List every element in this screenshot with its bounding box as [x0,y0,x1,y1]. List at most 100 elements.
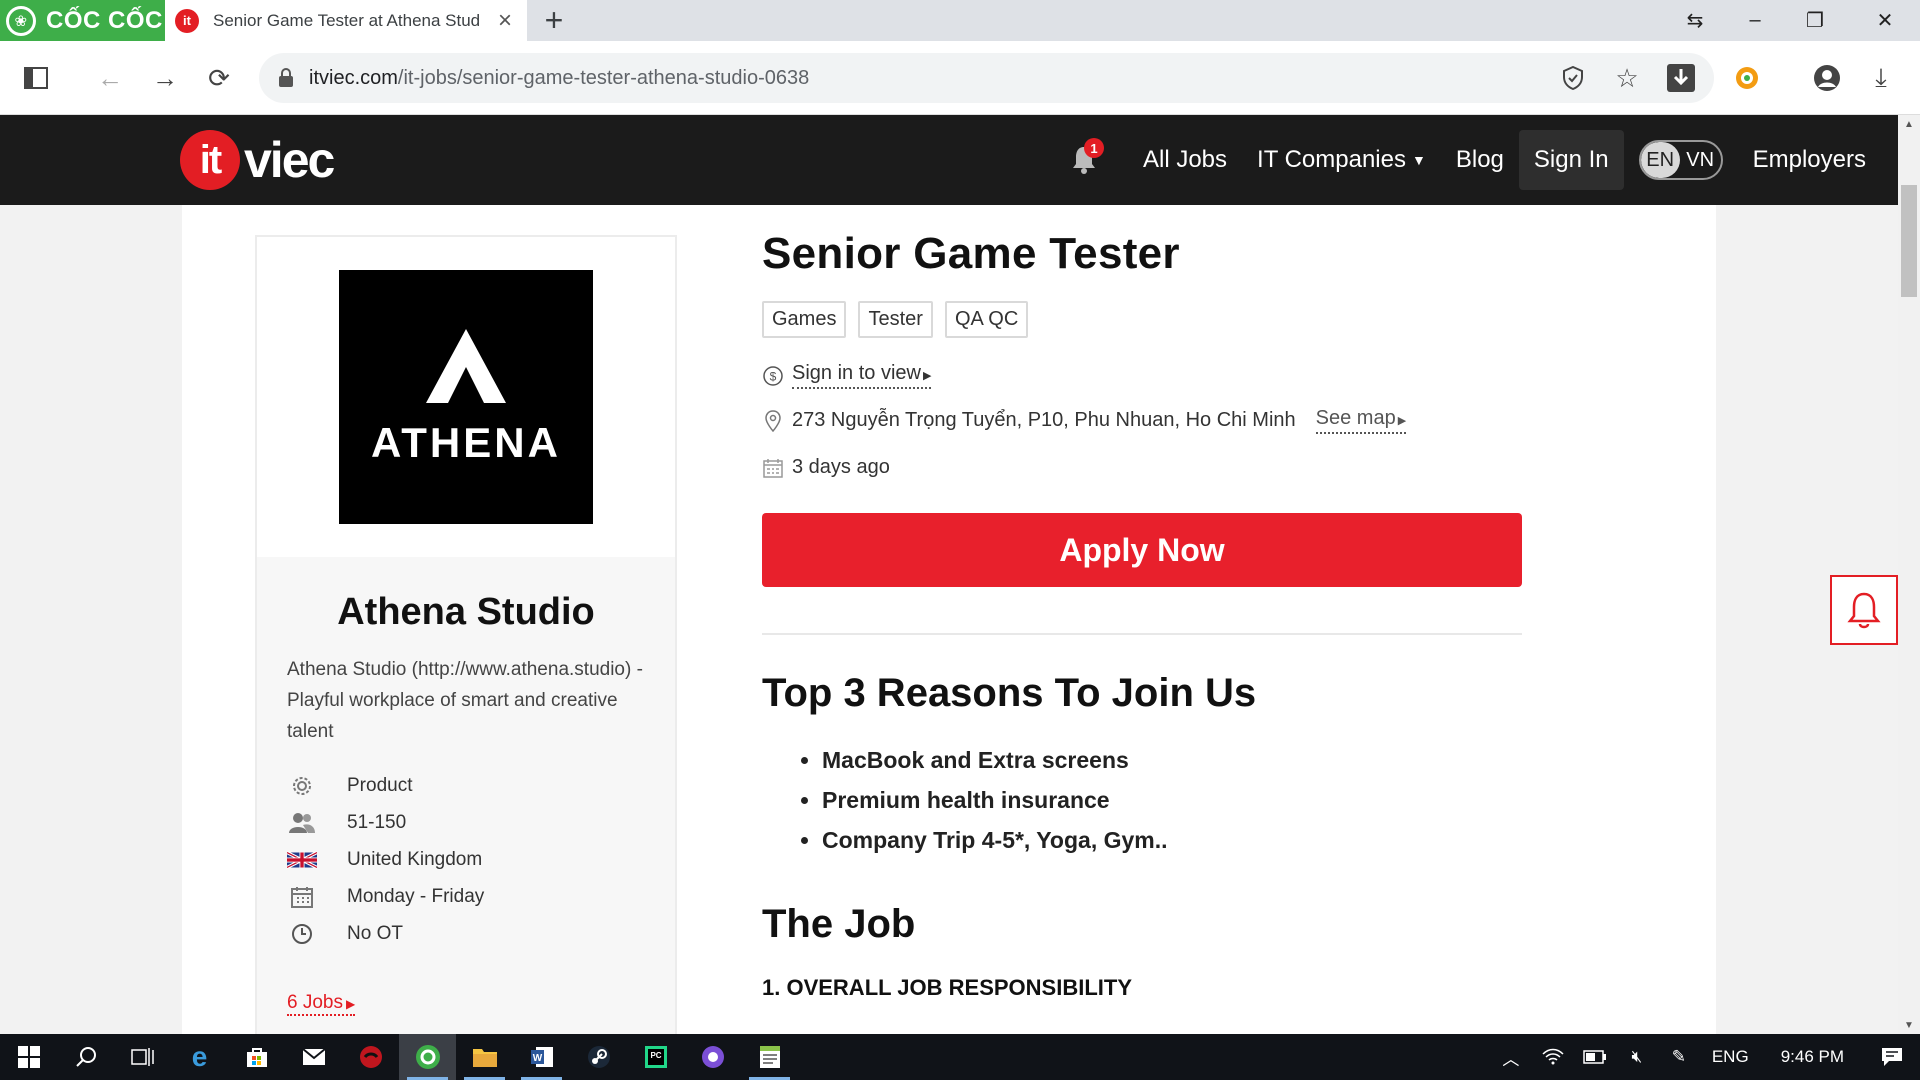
main-nav: 1 All Jobs IT Companies ▼ Blog Sign In EN… [1064,115,1898,205]
itviec-logo[interactable]: it viec [180,129,335,191]
tag-qa-qc[interactable]: QA QC [944,301,1029,338]
reload-icon[interactable]: ⟳ [196,55,242,101]
minimize-button[interactable]: – [1725,0,1785,41]
company-overtime-row: No OT [287,915,675,952]
sidebar-toggle-icon[interactable] [13,55,59,101]
browser-brand-button[interactable]: ❀ CỐC CỐC [0,0,165,41]
battery-icon[interactable] [1574,1034,1616,1080]
download-extension-icon[interactable] [1658,55,1704,101]
company-description: Athena Studio (http://www.athena.studio)… [287,659,643,742]
company-logo[interactable]: ATHENA [339,270,593,524]
logo-it: it [180,130,240,190]
system-clock[interactable]: 9:46 PM [1761,1047,1864,1067]
logo-viec: viec [244,132,335,188]
page-scrollbar[interactable]: ▲ ▼ [1898,115,1920,1034]
athena-a-icon [426,329,506,403]
sign-in-to-view-salary-link[interactable]: Sign in to view ▶ [792,362,932,389]
browser-tab-active[interactable]: it Senior Game Tester at Athena Stud × [165,0,527,41]
caret-right-icon: ▶ [1397,415,1407,427]
close-tab-icon[interactable]: × [493,7,517,35]
browser-brand-label: CỐC CỐC [46,6,163,34]
action-center-icon[interactable] [1864,1034,1920,1080]
volume-muted-icon[interactable]: 🔇︎ [1616,1034,1658,1080]
word-icon[interactable]: W [513,1034,570,1080]
system-tray: ︿ 🔇︎ ✎ ENG 9:46 PM [1490,1034,1920,1080]
game-app-icon[interactable] [342,1034,399,1080]
lock-icon[interactable] [275,67,297,89]
tag-tester[interactable]: Tester [858,301,933,338]
windows-start-icon[interactable] [0,1034,57,1080]
search-icon[interactable] [57,1034,114,1080]
restore-button[interactable]: ❐ [1785,0,1845,41]
chevron-up-icon[interactable]: ︿ [1490,1034,1532,1080]
lang-vn[interactable]: VN [1680,149,1721,172]
scroll-up-arrow-icon[interactable]: ▲ [1898,115,1920,133]
sign-in-button[interactable]: Sign In [1518,130,1624,190]
new-tab-button[interactable]: + [538,2,570,38]
apply-now-button[interactable]: Apply Now [762,513,1522,587]
map-pin-icon [762,409,784,432]
language-toggle[interactable]: EN VN [1638,140,1723,180]
company-logo-wrap: ATHENA [257,237,675,557]
input-language[interactable]: ENG [1700,1047,1761,1067]
job-title: Senior Game Tester [762,229,1180,278]
company-size: 51-150 [347,811,407,833]
pycharm-icon[interactable]: PC [627,1034,684,1080]
file-explorer-icon[interactable] [456,1034,513,1080]
job-alert-bell-icon[interactable] [1830,575,1898,645]
store-icon[interactable] [228,1034,285,1080]
url-host: itviec.com [309,66,398,89]
company-jobs-label: 6 Jobs [287,992,343,1013]
tab-search-icon[interactable]: ⇆ [1665,0,1725,41]
see-map-link[interactable]: See map ▶ [1315,407,1407,434]
notification-bell-icon[interactable]: 1 [1064,138,1104,180]
see-map-label: See map [1315,407,1396,429]
company-overtime: No OT [347,922,403,944]
profile-icon[interactable] [1804,55,1850,101]
svg-text:W: W [532,1053,542,1064]
pen-icon[interactable]: ✎ [1658,1034,1700,1080]
company-workdays: Monday - Friday [347,885,485,907]
downloads-icon[interactable]: ⤓ [1858,55,1904,101]
svg-text:PC: PC [650,1051,661,1060]
browser-toolbar: ← → ⟳ itviec.com/it-jobs/senior-game-tes… [0,41,1920,115]
tag-games[interactable]: Games [762,301,847,338]
wifi-icon[interactable] [1532,1034,1574,1080]
nav-all-jobs[interactable]: All Jobs [1128,130,1242,190]
company-size-row: 51-150 [287,804,675,841]
reasons-list: MacBook and Extra screens Premium health… [762,740,1522,860]
forward-icon[interactable]: → [142,55,188,101]
dollar-icon: $ [762,365,784,387]
company-card: ATHENA Athena Studio Athena Studio (http… [255,235,677,1034]
company-country-row: United Kingdom [287,841,675,878]
steam-icon[interactable] [570,1034,627,1080]
windows-taskbar: e W PC ︿ 🔇︎ ✎ ENG 9:46 PM [0,1034,1920,1080]
lang-en[interactable]: EN [1640,142,1680,178]
caret-down-icon: ▼ [1412,152,1426,168]
company-jobs-link[interactable]: 6 Jobs ▶ [287,992,356,1016]
address-bar[interactable]: itviec.com/it-jobs/senior-game-tester-at… [259,53,1714,103]
back-icon[interactable]: ← [87,55,133,101]
reasons-heading: Top 3 Reasons To Join Us [762,671,1257,715]
nav-employers[interactable]: Employers [1738,130,1898,190]
company-name[interactable]: Athena Studio [257,591,675,634]
media-app-icon[interactable] [684,1034,741,1080]
bookmark-star-icon[interactable]: ☆ [1604,55,1650,101]
close-window-button[interactable]: ✕ [1855,0,1915,41]
scroll-down-arrow-icon[interactable]: ▼ [1898,1016,1920,1034]
mail-icon[interactable] [285,1034,342,1080]
nav-blog[interactable]: Blog [1441,130,1519,190]
company-type: Product [347,774,413,796]
shield-icon[interactable] [1550,55,1596,101]
job-tags: Games Tester QA QC [762,301,1522,338]
task-view-icon[interactable] [114,1034,171,1080]
scrollbar-thumb[interactable] [1901,185,1917,297]
clock-icon [287,921,317,947]
nav-it-companies[interactable]: IT Companies ▼ [1242,130,1441,190]
edge-icon[interactable]: e [171,1034,228,1080]
calendar-icon [287,884,317,910]
svg-text:$: $ [770,369,777,383]
coccoc-taskbar-icon[interactable] [399,1034,456,1080]
notes-app-icon[interactable] [741,1034,798,1080]
coccoc-extension-icon[interactable] [1724,55,1770,101]
